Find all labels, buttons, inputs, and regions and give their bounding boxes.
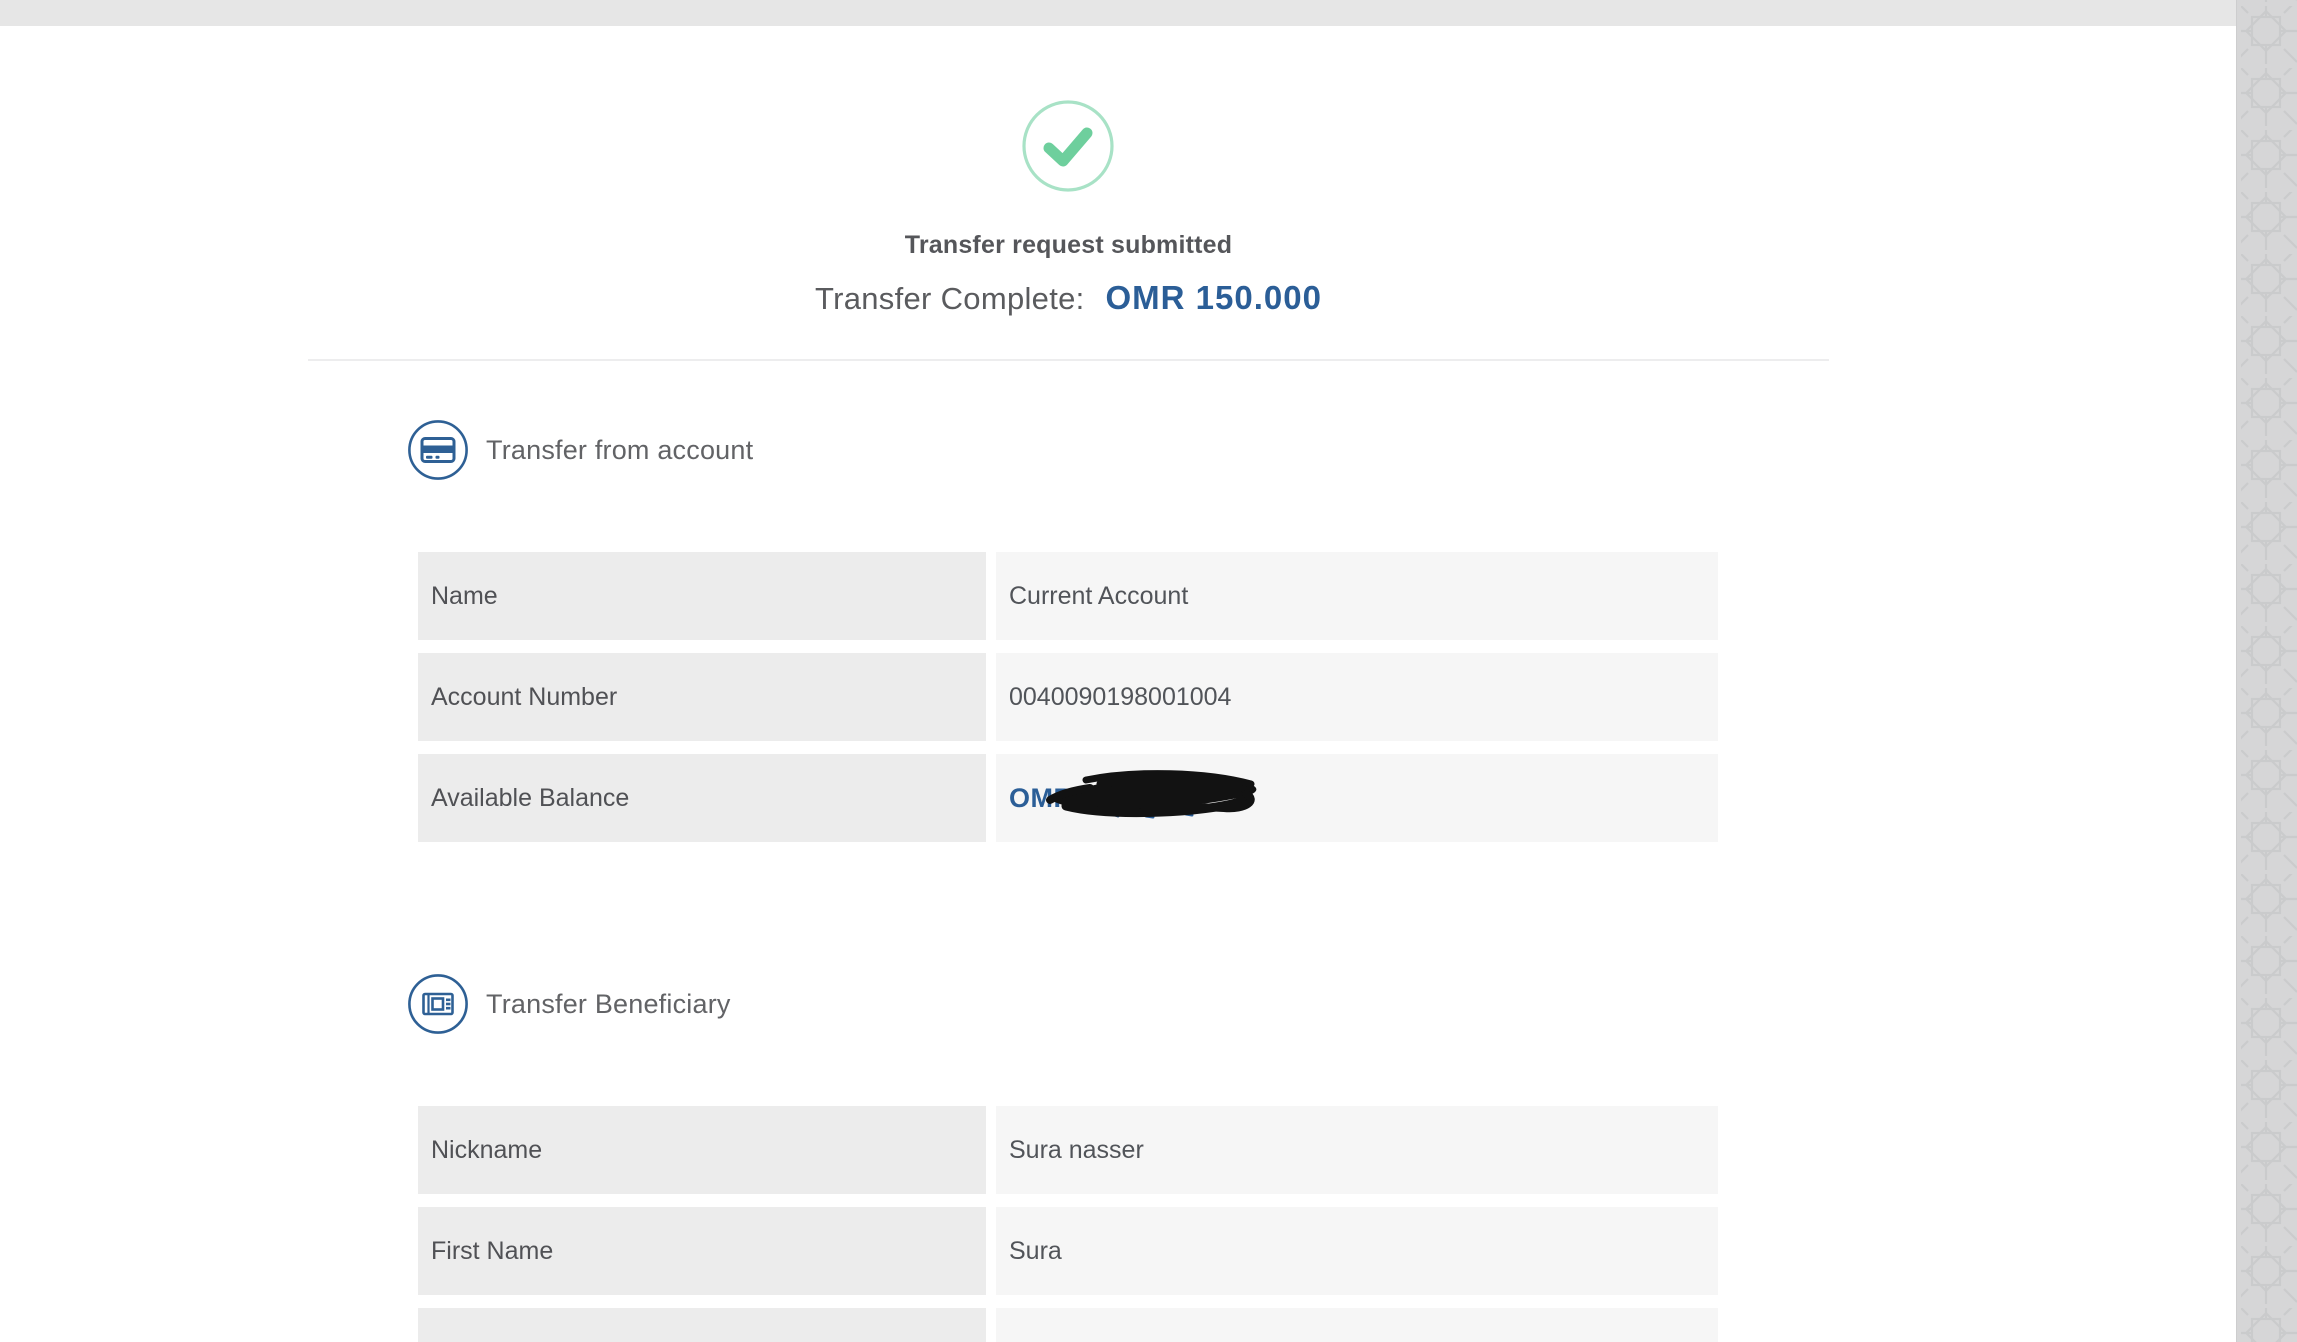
transfer-complete-label: Transfer Complete: — [815, 281, 1085, 316]
row-label: Name — [418, 552, 986, 640]
table-row-nickname: Nickname Sura nasser — [418, 1106, 1718, 1194]
table-row-first-name: First Name Sura — [418, 1207, 1718, 1295]
row-value: Sura — [996, 1207, 1718, 1295]
row-value — [996, 1308, 1718, 1342]
row-label: Last Name — [418, 1308, 986, 1342]
section-title-from-account: Transfer from account — [486, 435, 753, 466]
credit-card-icon — [407, 419, 469, 481]
row-label: Available Balance — [418, 754, 986, 842]
table-row-last-name: Last Name — [418, 1308, 1718, 1342]
success-check-icon — [1021, 99, 1115, 193]
section-from-account: Transfer from account — [407, 419, 753, 481]
row-label: First Name — [418, 1207, 986, 1295]
section-beneficiary: Transfer Beneficiary — [407, 973, 731, 1035]
transfer-confirmation-page: Transfer request submitted Transfer Comp… — [0, 0, 2297, 1342]
arabesque-pattern-strip — [2236, 0, 2297, 1342]
row-label: Nickname — [418, 1106, 986, 1194]
row-value: Sura nasser — [996, 1106, 1718, 1194]
section-title-beneficiary: Transfer Beneficiary — [486, 989, 731, 1020]
row-value: Current Account — [996, 552, 1718, 640]
status-title: Transfer request submitted — [0, 231, 2137, 260]
row-label: Account Number — [418, 653, 986, 741]
table-row-name: Name Current Account — [418, 552, 1718, 640]
arabesque-pattern-svg — [2237, 0, 2297, 1342]
transfer-complete-line: Transfer Complete: OMR 150.000 — [0, 279, 2137, 317]
transfer-amount: OMR 150.000 — [1106, 279, 1322, 316]
row-value: 0040090198001004 — [996, 653, 1718, 741]
newspaper-icon — [407, 973, 469, 1035]
table-row-account-number: Account Number 0040090198001004 — [418, 653, 1718, 741]
horizontal-divider — [308, 359, 1829, 361]
top-gray-bar — [0, 0, 2237, 26]
redaction-scribble — [1046, 764, 1266, 822]
